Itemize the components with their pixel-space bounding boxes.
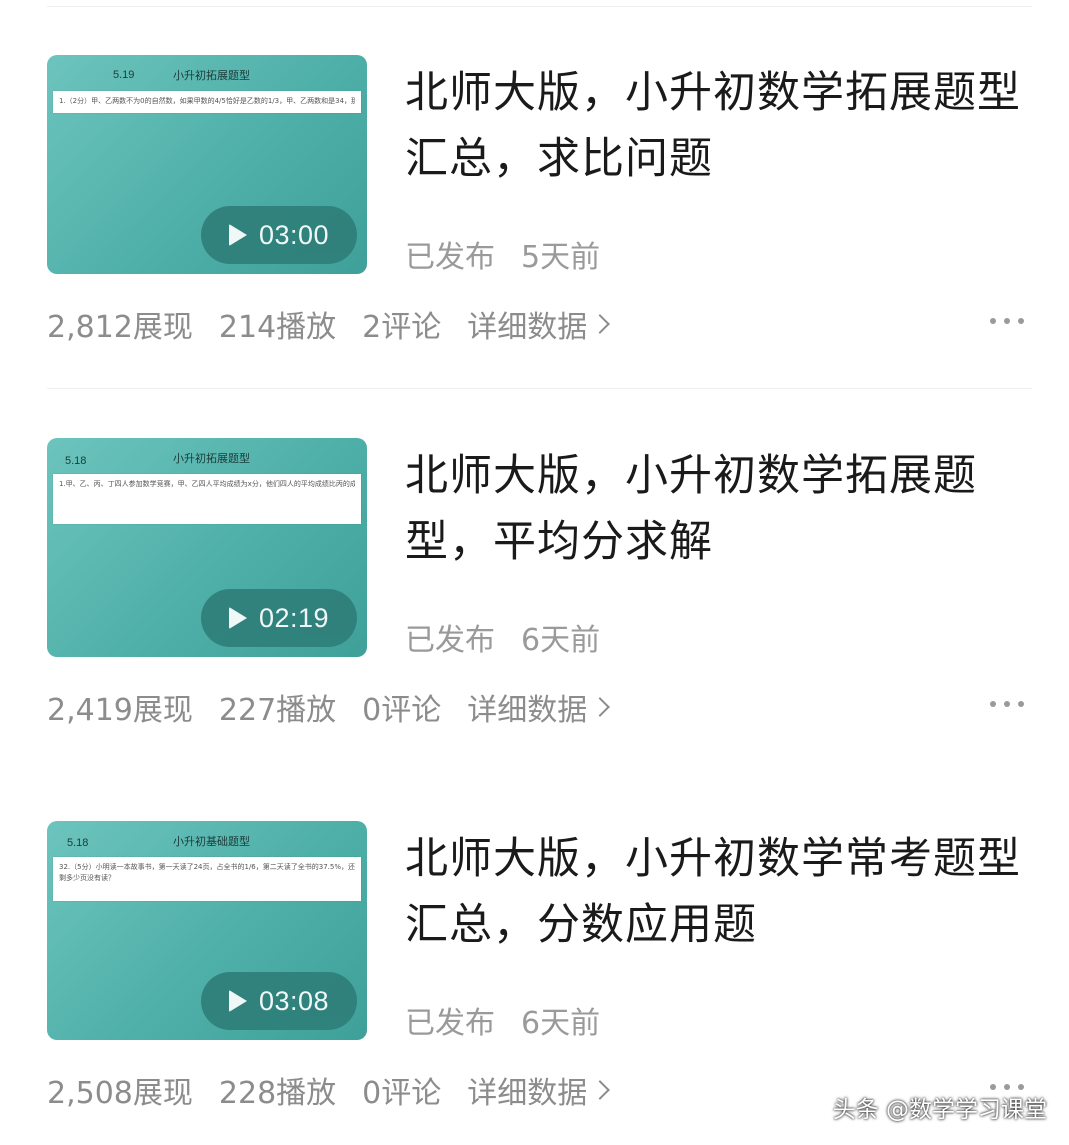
video-duration: 02:19 [258,602,330,633]
chevron-right-icon [590,314,611,334]
video-card[interactable]: 5.18 小升初基础题型 32.（5分）小明读一本故事书，第一天读了24页，占全… [0,766,1069,1126]
chevron-right-icon [590,1080,611,1100]
detail-data-link[interactable]: 详细数据 [467,1068,611,1112]
plays-count: 227播放 [218,693,337,728]
publish-info: 已发布 6天前 [405,998,626,1042]
thumbnail-question-sheet: 1.甲、乙、丙、丁四人参加数学竞赛，甲、乙四人平均成绩为x分，他们四人的平均成绩… [53,474,361,524]
comments-count[interactable]: 0评论 [362,1068,441,1112]
detail-data-link[interactable]: 详细数据 [467,685,611,729]
thumbnail-title: 小升初基础题型 [173,835,250,848]
detail-data-label: 详细数据 [467,1076,588,1111]
impressions-count: 2,508展现 [47,1076,193,1111]
publish-time: 5天前 [521,240,601,275]
publish-info: 已发布 6天前 [405,615,626,659]
video-duration: 03:00 [258,219,330,250]
play-button[interactable]: 02:19 [201,589,357,647]
publish-info: 已发布 5天前 [405,232,626,276]
comments-count[interactable]: 2评论 [362,302,441,346]
video-duration: 03:08 [258,985,330,1016]
video-thumbnail[interactable]: 5.18 小升初拓展题型 1.甲、乙、丙、丁四人参加数学竞赛，甲、乙四人平均成绩… [47,438,367,657]
video-thumbnail[interactable]: 5.18 小升初基础题型 32.（5分）小明读一本故事书，第一天读了24页，占全… [47,821,367,1040]
thumbnail-question-sheet: 1.（2分）甲、乙两数不为0的自然数，如果甲数的4/5恰好是乙数的1/3，甲、乙… [53,91,361,113]
thumbnail-date: 5.18 [67,837,89,849]
video-stats: 2,812展现 214播放 2评论 详细数据 [47,302,611,346]
video-card[interactable]: 5.19 小升初拓展题型 1.（2分）甲、乙两数不为0的自然数，如果甲数的4/5… [0,0,1069,360]
publish-status: 已发布 [405,1006,495,1041]
play-icon [228,224,247,246]
video-stats: 2,419展现 227播放 0评论 详细数据 [47,685,611,729]
detail-data-link[interactable]: 详细数据 [467,302,611,346]
video-title[interactable]: 北师大版，小升初数学拓展题型，平均分求解 [405,443,1025,575]
thumbnail-date: 5.19 [113,69,135,81]
comments-count[interactable]: 0评论 [362,685,441,729]
thumbnail-question-text: 1.甲、乙、丙、丁四人参加数学竞赛，甲、乙四人平均成绩为x分，他们四人的平均成绩… [59,480,355,488]
video-stats: 2,508展现 228播放 0评论 详细数据 [47,1068,611,1112]
publish-status: 已发布 [405,240,495,275]
publish-status: 已发布 [405,623,495,658]
impressions-count: 2,419展现 [47,693,193,728]
thumbnail-title: 小升初拓展题型 [173,69,250,82]
video-title[interactable]: 北师大版，小升初数学常考题型汇总，分数应用题 [405,826,1025,958]
video-thumbnail[interactable]: 5.19 小升初拓展题型 1.（2分）甲、乙两数不为0的自然数，如果甲数的4/5… [47,55,367,274]
publish-time: 6天前 [521,623,601,658]
play-icon [228,990,247,1012]
thumbnail-question-text: 1.（2分）甲、乙两数不为0的自然数，如果甲数的4/5恰好是乙数的1/3，甲、乙… [59,97,355,105]
watermark: 头条 @数学学习课堂 [832,1097,1047,1123]
detail-data-label: 详细数据 [467,310,588,345]
plays-count: 214播放 [218,310,337,345]
thumbnail-date: 5.18 [65,455,87,467]
chevron-right-icon [590,697,611,717]
thumbnail-question-text: 32.（5分）小明读一本故事书，第一天读了24页，占全书的1/6，第二天读了全书… [59,863,355,882]
play-button[interactable]: 03:00 [201,206,357,264]
more-options-icon[interactable] [990,701,1024,707]
impressions-count: 2,812展现 [47,310,193,345]
video-card[interactable]: 5.18 小升初拓展题型 1.甲、乙、丙、丁四人参加数学竞赛，甲、乙四人平均成绩… [0,383,1069,743]
play-button[interactable]: 03:08 [201,972,357,1030]
publish-time: 6天前 [521,1006,601,1041]
video-title[interactable]: 北师大版，小升初数学拓展题型汇总，求比问题 [405,60,1025,192]
play-icon [228,607,247,629]
plays-count: 228播放 [218,1076,337,1111]
thumbnail-question-sheet: 32.（5分）小明读一本故事书，第一天读了24页，占全书的1/6，第二天读了全书… [53,857,361,901]
thumbnail-title: 小升初拓展题型 [173,452,250,465]
detail-data-label: 详细数据 [467,693,588,728]
more-options-icon[interactable] [990,318,1024,324]
